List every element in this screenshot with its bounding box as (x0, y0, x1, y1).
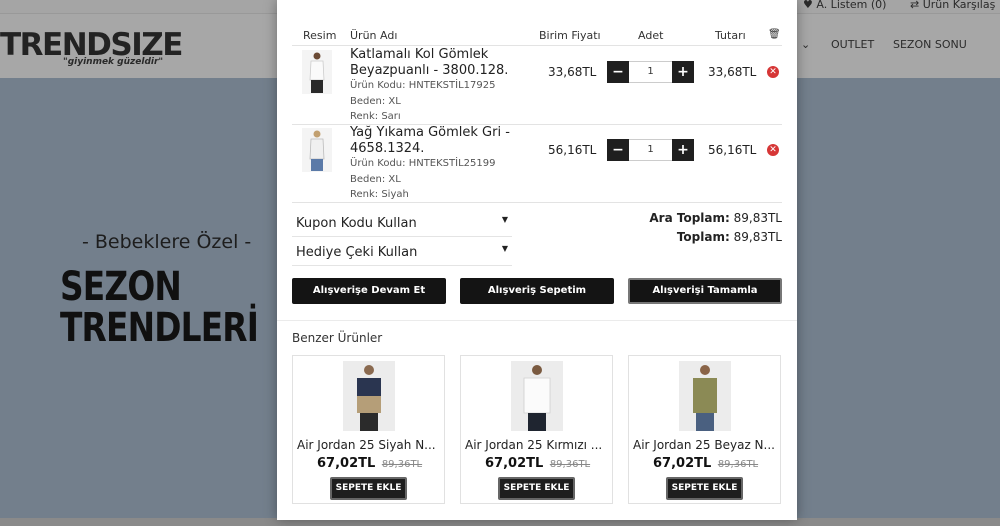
increase-qty-button[interactable]: + (672, 61, 694, 83)
col-header-image: Resim (303, 29, 337, 42)
col-header-unit-price: Birim Fiyatı (539, 29, 601, 42)
gift-card-label: Hediye Çeki Kullan (296, 245, 418, 260)
hero-title-line2: TRENDLERİ (60, 305, 259, 351)
cart-item-name[interactable]: Katlamalı Kol Gömlek Beyazpuanlı - 3800.… (350, 47, 525, 79)
cart-item-code: Ürün Kodu: HNTEKSTİL17925 (350, 80, 496, 91)
similar-product-name[interactable]: Air Jordan 25 Beyaz N... (633, 438, 778, 452)
trash-icon: 🗑 (768, 29, 781, 40)
similar-product-card[interactable]: Air Jordan 25 Siyah N... 67,02TL 89,36TL… (292, 355, 445, 504)
product-thumbnail[interactable] (302, 128, 332, 172)
similar-product-card[interactable]: Air Jordan 25 Kırmızı ... 67,02TL 89,36T… (460, 355, 613, 504)
hero-title-line1: SEZON (60, 264, 182, 310)
subtotal-row: Ara Toplam: 89,83TL (649, 211, 782, 225)
col-header-qty: Adet (638, 29, 664, 42)
wishlist-link[interactable]: ♥ A. Listem (0) (803, 0, 886, 11)
similar-product-price-row: 67,02TL 89,36TL (653, 456, 758, 471)
add-to-cart-button[interactable]: SEPETE EKLE (666, 477, 743, 500)
quantity-input[interactable]: 1 (629, 61, 672, 83)
similar-product-name[interactable]: Air Jordan 25 Siyah N... (297, 438, 442, 452)
total-label: Toplam: (676, 230, 730, 244)
chevron-down-icon: ⌄ (801, 38, 811, 51)
hero-subtitle: - Bebeklere Özel - (82, 231, 252, 253)
cart-item-code: Ürün Kodu: HNTEKSTİL25199 (350, 158, 496, 169)
add-to-cart-button[interactable]: SEPETE EKLE (498, 477, 575, 500)
view-cart-button[interactable]: Alışveriş Sepetim (460, 278, 614, 304)
similar-products-title: Benzer Ürünler (292, 331, 383, 345)
remove-item-icon[interactable]: ✕ (767, 144, 779, 156)
cart-item-size: Beden: XL (350, 96, 401, 107)
similar-product-old-price: 89,36TL (549, 459, 591, 470)
product-thumbnail[interactable] (302, 50, 332, 94)
product-image[interactable] (343, 361, 395, 431)
product-image[interactable] (679, 361, 731, 431)
cart-item-unit-price: 56,16TL (548, 143, 597, 157)
caret-down-icon: ▼ (501, 215, 508, 224)
section-divider (277, 320, 797, 321)
add-to-cart-button[interactable]: SEPETE EKLE (330, 477, 407, 500)
nav-outlet[interactable]: OUTLET (831, 38, 874, 51)
checkout-button[interactable]: Alışverişi Tamamla (628, 278, 782, 304)
similar-product-price: 67,02TL (317, 456, 376, 471)
similar-product-price-row: 67,02TL 89,36TL (317, 456, 422, 471)
cart-item-name[interactable]: Yağ Yıkama Gömlek Gri - 4658.1324. (350, 125, 525, 157)
similar-product-card[interactable]: Air Jordan 25 Beyaz N... 67,02TL 89,36TL… (628, 355, 781, 504)
increase-qty-button[interactable]: + (672, 139, 694, 161)
cart-item-total: 33,68TL (708, 65, 757, 79)
similar-product-price-row: 67,02TL 89,36TL (485, 456, 590, 471)
subtotal-label: Ara Toplam: (649, 211, 730, 225)
quantity-stepper: − 1 + (607, 61, 694, 83)
cart-item-size: Beden: XL (350, 174, 401, 185)
col-header-name: Ürün Adı (350, 29, 398, 42)
decrease-qty-button[interactable]: − (607, 61, 629, 83)
subtotal-value: 89,83TL (733, 211, 782, 225)
cart-item-total: 56,16TL (708, 143, 757, 157)
cart-item-color: Renk: Sarı (350, 111, 401, 122)
row-divider (292, 202, 782, 203)
compare-link[interactable]: ⇄ Ürün Karşılaş (910, 0, 995, 11)
gift-card-toggle[interactable]: Hediye Çeki Kullan ▼ (292, 238, 512, 266)
similar-product-old-price: 89,36TL (717, 459, 759, 470)
nav-sezon-sonu[interactable]: SEZON SONU (893, 38, 967, 51)
coupon-toggle[interactable]: Kupon Kodu Kullan ▼ (292, 209, 512, 237)
continue-shopping-button[interactable]: Alışverişe Devam Et (292, 278, 446, 304)
similar-product-name[interactable]: Air Jordan 25 Kırmızı ... (465, 438, 610, 452)
col-header-total: Tutarı (715, 29, 746, 42)
similar-product-old-price: 89,36TL (381, 459, 423, 470)
cart-modal: Resim Ürün Adı Birim Fiyatı Adet Tutarı … (277, 0, 797, 520)
decrease-qty-button[interactable]: − (607, 139, 629, 161)
cart-item-color: Renk: Siyah (350, 189, 409, 200)
cart-item-unit-price: 33,68TL (548, 65, 597, 79)
compare-label: Ürün Karşılaş (922, 0, 996, 11)
quantity-stepper: − 1 + (607, 139, 694, 161)
similar-product-price: 67,02TL (653, 456, 712, 471)
logo-tagline: "giyinmek güzeldir" (63, 57, 164, 67)
quantity-input[interactable]: 1 (629, 139, 672, 161)
remove-item-icon[interactable]: ✕ (767, 66, 779, 78)
total-row: Toplam: 89,83TL (677, 230, 782, 244)
total-value: 89,83TL (733, 230, 782, 244)
product-image[interactable] (511, 361, 563, 431)
coupon-label: Kupon Kodu Kullan (296, 216, 417, 231)
similar-product-price: 67,02TL (485, 456, 544, 471)
wishlist-label: A. Listem (0) (816, 0, 887, 11)
caret-down-icon: ▼ (501, 244, 508, 253)
header-divider (292, 45, 782, 46)
